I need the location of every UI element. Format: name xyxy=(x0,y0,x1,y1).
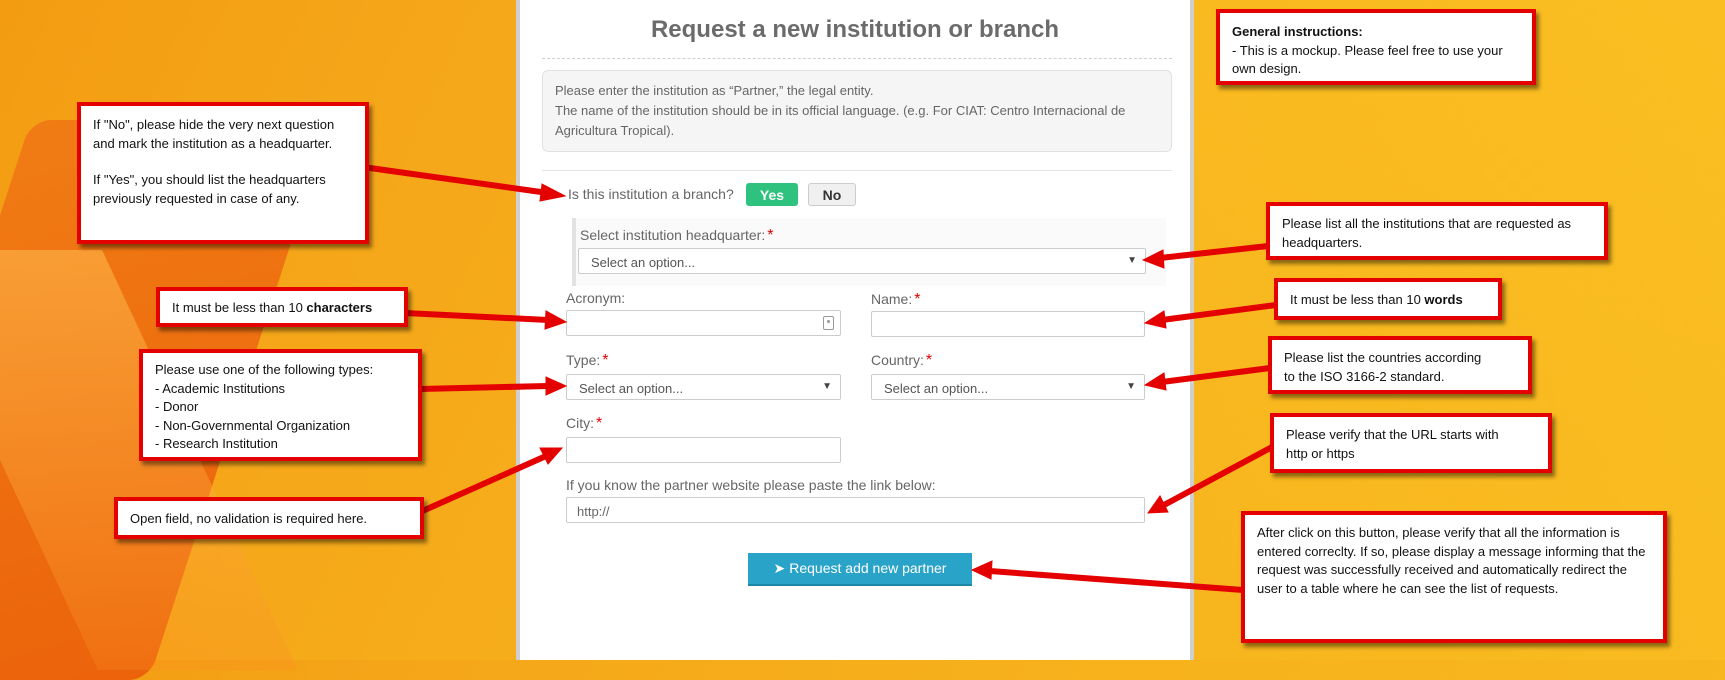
city-note: Open field, no validation is required he… xyxy=(114,497,424,539)
note-text: Please list the countries according xyxy=(1284,350,1482,365)
note-text: It must be less than 10 xyxy=(1290,292,1425,307)
arrow xyxy=(1159,302,1279,323)
note-text: After click on this button, please verif… xyxy=(1257,525,1646,596)
country-note: Please list the countries according to t… xyxy=(1268,336,1532,394)
note-text: - Donor xyxy=(155,399,199,414)
arrow-head xyxy=(539,183,567,202)
submit-note: After click on this button, please verif… xyxy=(1241,511,1667,643)
type-note: Please use one of the following types: -… xyxy=(139,349,422,461)
note-text: - Non-Governmental Organization xyxy=(155,417,351,433)
note-emphasis: words xyxy=(1424,292,1463,307)
note-text: - Research Institution xyxy=(155,436,278,451)
note-emphasis: characters xyxy=(306,300,373,315)
arrow xyxy=(1159,365,1273,385)
arrow-head xyxy=(1143,372,1167,391)
arrow-head xyxy=(544,310,568,330)
arrow xyxy=(415,453,549,516)
note-text: Please list all the institutions that ar… xyxy=(1282,216,1572,250)
arrow-head xyxy=(1143,310,1167,329)
headquarter-note: Please list all the institutions that ar… xyxy=(1266,202,1608,260)
arrow-head xyxy=(970,560,993,580)
arrow xyxy=(1157,243,1271,261)
note-text: Please verify that the URL starts with xyxy=(1286,427,1499,442)
arrow-head xyxy=(545,376,568,396)
note-text: http or https xyxy=(1286,445,1355,461)
name-note: It must be less than 10 words xyxy=(1274,278,1502,320)
branch-note: If "No", please hide the very next quest… xyxy=(77,102,369,244)
general-instructions-note: General instructions: - This is a mockup… xyxy=(1216,9,1536,85)
note-text: to the ISO 3166-2 standard. xyxy=(1284,368,1445,384)
note-text: Please use one of the following types: xyxy=(155,362,374,377)
arrow xyxy=(367,165,551,196)
note-text: If "No", please hide the very next quest… xyxy=(93,117,335,151)
arrow xyxy=(417,383,551,392)
note-text: It must be less than 10 xyxy=(172,300,307,315)
note-text: If "Yes", you should list the headquarte… xyxy=(93,172,326,206)
url-note: Please verify that the URL starts with h… xyxy=(1270,413,1552,473)
arrow xyxy=(987,568,1246,593)
note-text: Open field, no validation is required he… xyxy=(130,511,368,526)
acronym-note: It must be less than 10 characters xyxy=(156,287,408,327)
arrow xyxy=(1161,444,1275,508)
note-text xyxy=(93,153,353,171)
arrow-head xyxy=(1141,249,1165,269)
arrow xyxy=(402,310,551,323)
note-title: General instructions: xyxy=(1232,24,1363,39)
note-text: - Academic Institutions xyxy=(155,380,286,396)
note-text: - This is a mockup. Please feel free to … xyxy=(1232,42,1503,77)
